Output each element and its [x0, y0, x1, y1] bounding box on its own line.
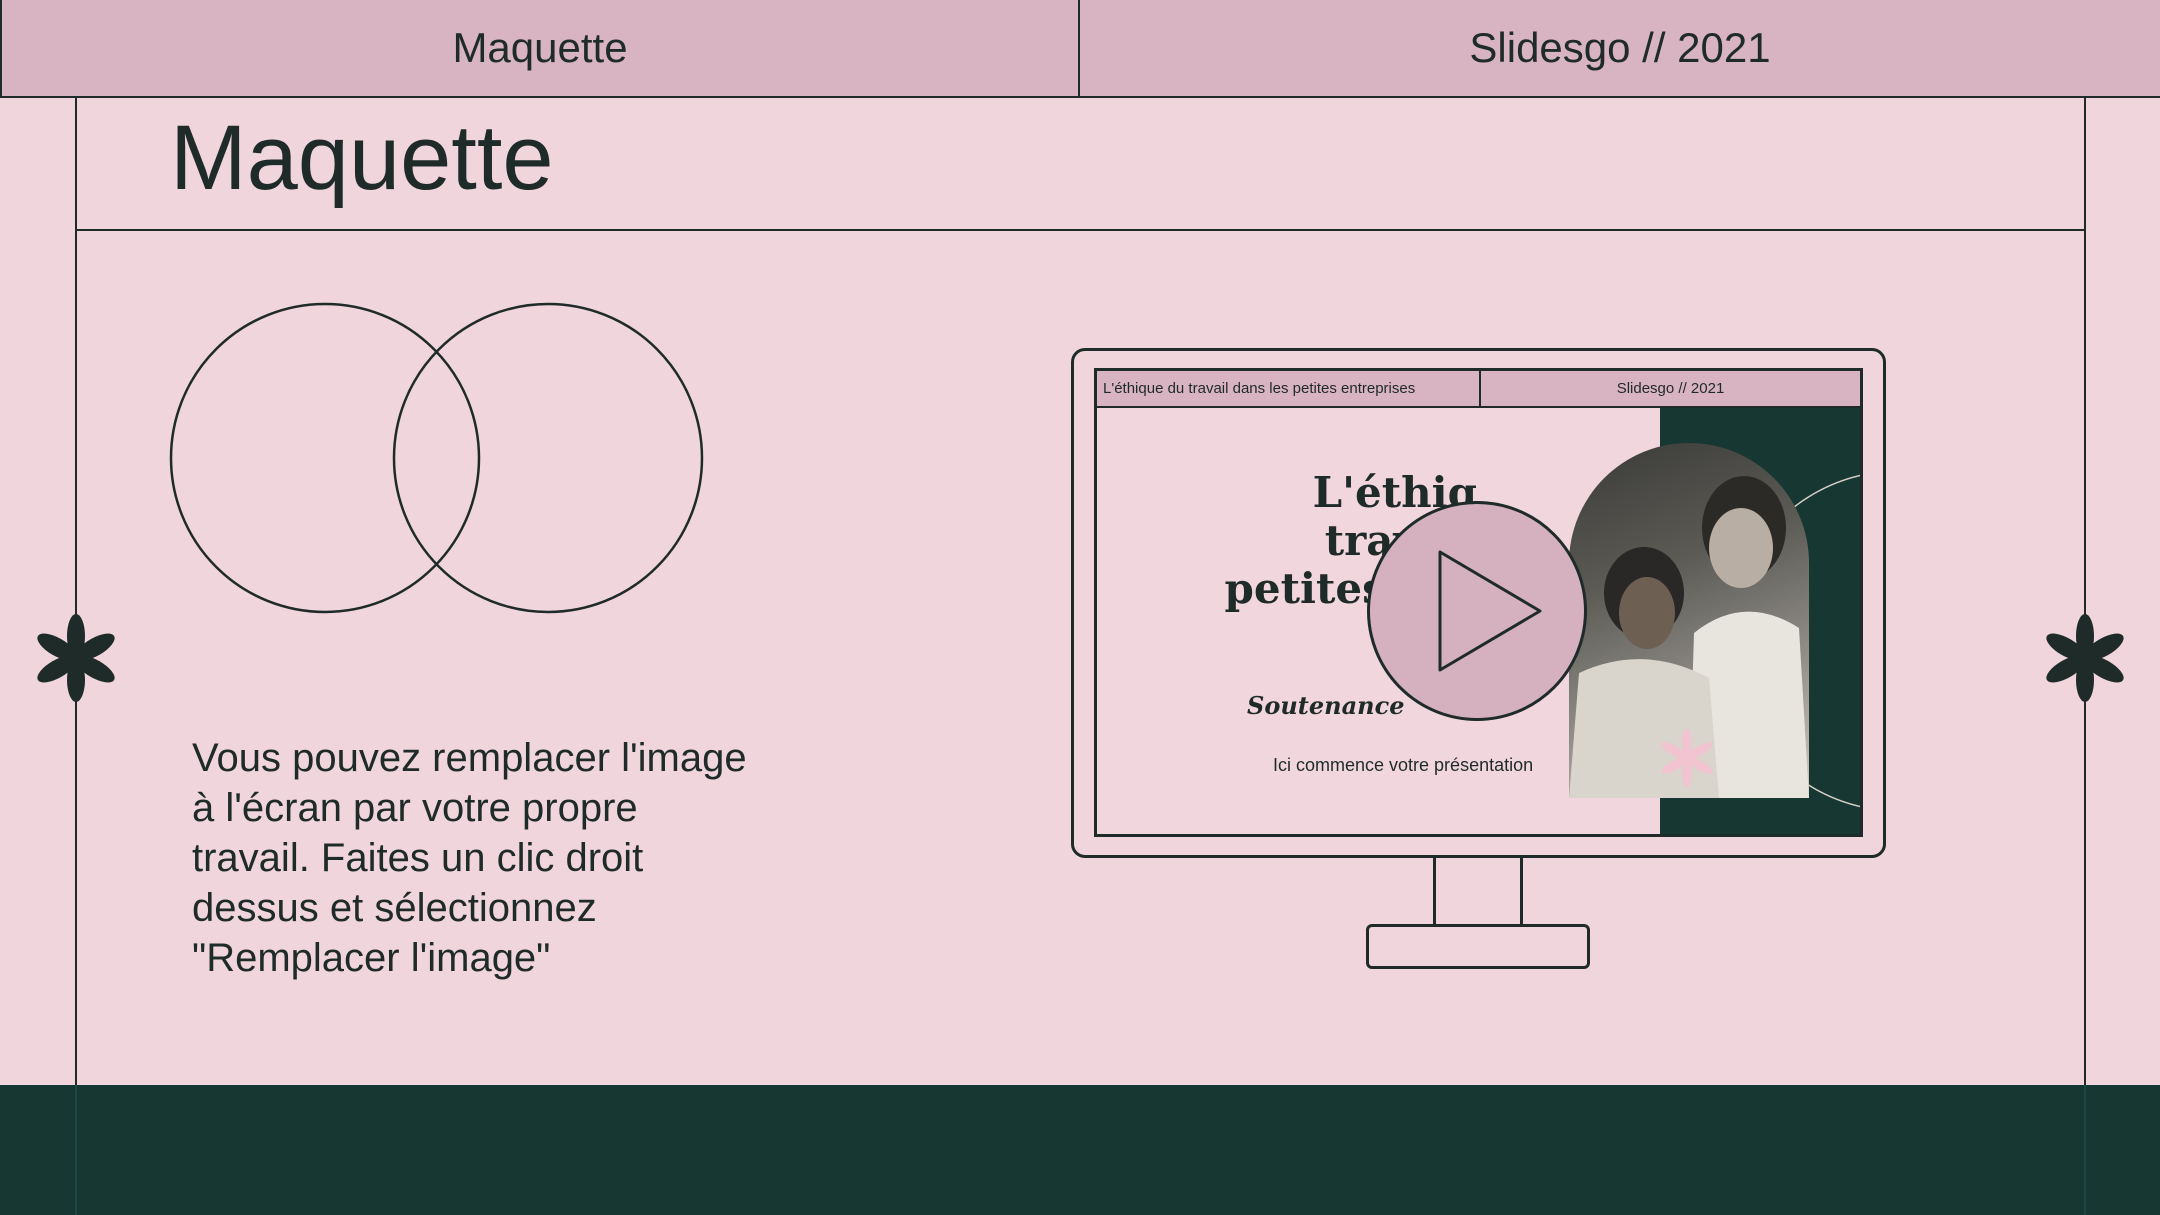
monitor-stand-base: [1366, 924, 1590, 969]
title-divider: [76, 229, 2086, 231]
play-icon: [1438, 550, 1542, 672]
header-right-label: Slidesgo // 2021: [1469, 24, 1771, 71]
left-frame-line-footer: [75, 1085, 77, 1215]
page-title: Maquette: [170, 107, 554, 209]
asterisk-icon: [2046, 614, 2124, 702]
venn-diagram-icon: [169, 302, 704, 614]
screen-header-right: Slidesgo // 2021: [1616, 380, 1725, 397]
asterisk-icon: [37, 614, 115, 702]
pink-asterisk-icon: [1661, 728, 1713, 788]
body-text: Vous pouvez remplacer l'image à l'écran …: [192, 736, 747, 980]
right-frame-line: [2084, 98, 2086, 1085]
play-button[interactable]: [1367, 501, 1587, 721]
left-frame-line: [75, 98, 77, 1085]
header-left-label: Maquette: [0, 0, 1080, 96]
screen-header: L'éthique du travail dans les petites en…: [1097, 371, 1860, 408]
monitor-stand-neck: [1433, 858, 1523, 924]
right-frame-line-footer: [2084, 1085, 2086, 1215]
header-bar: Maquette Slidesgo // 2021: [0, 0, 2160, 98]
screen-header-left: L'éthique du travail dans les petites en…: [1097, 371, 1481, 406]
footer-band: [0, 1085, 2160, 1215]
screen-caption: Ici commence votre présentation: [1273, 755, 1534, 775]
